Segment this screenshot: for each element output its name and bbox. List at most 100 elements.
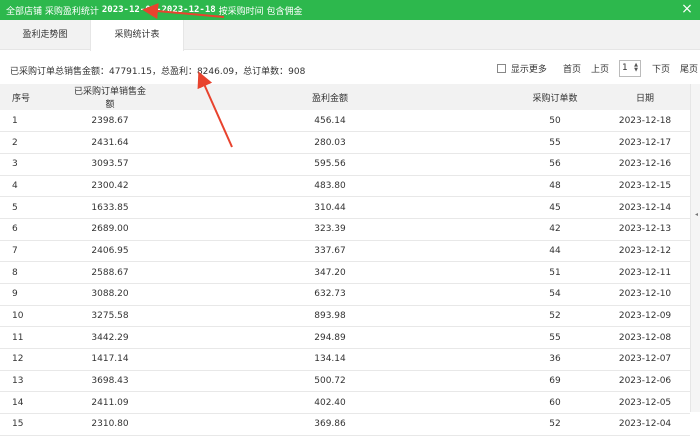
cell-date: 2023-12-10 xyxy=(618,289,672,300)
table-row[interactable]: 7 2406.95 337.67 44 2023-12-12 xyxy=(0,240,690,262)
table-row[interactable]: 13 3698.43 500.72 69 2023-12-06 xyxy=(0,370,690,392)
table-row[interactable]: 4 2300.42 483.80 48 2023-12-15 xyxy=(0,175,690,197)
cell-sales-amount: 2300.42 xyxy=(91,180,129,191)
cell-date: 2023-12-07 xyxy=(618,354,672,365)
table-row[interactable]: 10 3275.58 893.98 52 2023-12-09 xyxy=(0,305,690,327)
cell-sales-amount: 1633.85 xyxy=(91,202,129,213)
cell-index: 9 xyxy=(12,289,18,300)
table-row[interactable]: 5 1633.85 310.44 45 2023-12-14 xyxy=(0,197,690,219)
cell-date: 2023-12-11 xyxy=(618,267,672,278)
title-suffix: 按采购时间 包含佣金 xyxy=(218,6,303,17)
cell-profit: 337.67 xyxy=(314,245,346,256)
spinner-icon[interactable]: ▲ ▼ xyxy=(634,63,638,73)
cell-date: 2023-12-08 xyxy=(618,332,672,343)
cell-order-count: 44 xyxy=(549,245,561,256)
table-header-row: 序号 已采购订单销售金额 盈利金额 采购订单数 日期 xyxy=(0,84,690,110)
cell-index: 6 xyxy=(12,224,18,235)
window-titlebar: 全部店铺 采购盈利统计 2023-12-01-2023-12-18 按采购时间 … xyxy=(0,0,700,20)
cell-sales-amount: 3093.57 xyxy=(91,159,129,170)
cell-profit: 402.40 xyxy=(314,397,346,408)
cell-order-count: 69 xyxy=(549,376,561,387)
cell-sales-amount: 3698.43 xyxy=(91,376,129,387)
cell-index: 2 xyxy=(12,137,18,148)
cell-index: 12 xyxy=(12,354,24,365)
cell-sales-amount: 3088.20 xyxy=(91,289,129,300)
cell-index: 7 xyxy=(12,245,18,256)
table-row[interactable]: 12 1417.14 134.14 36 2023-12-07 xyxy=(0,349,690,371)
cell-date: 2023-12-06 xyxy=(618,376,672,387)
table-row[interactable]: 1 2398.67 456.14 50 2023-12-18 xyxy=(0,110,690,132)
vertical-scrollbar[interactable]: ◂ xyxy=(690,84,700,412)
header-date[interactable]: 日期 xyxy=(600,84,690,110)
header-order-count[interactable]: 采购订单数 xyxy=(510,84,600,110)
cell-date: 2023-12-05 xyxy=(618,397,672,408)
purchase-stats-table: 序号 已采购订单销售金额 盈利金额 采购订单数 日期 1 2398.67 456.1… xyxy=(0,84,690,436)
first-page-button[interactable]: 首页 xyxy=(563,62,581,75)
show-more-label[interactable]: 显示更多 xyxy=(511,62,547,75)
cell-index: 13 xyxy=(12,376,24,387)
table-row[interactable]: 11 3442.29 294.89 55 2023-12-08 xyxy=(0,327,690,349)
cell-index: 4 xyxy=(12,180,18,191)
cell-date: 2023-12-04 xyxy=(618,419,672,430)
cell-sales-amount: 3442.29 xyxy=(91,332,129,343)
next-page-button[interactable]: 下页 xyxy=(652,62,670,75)
tab-purchase-table[interactable]: 采购统计表 xyxy=(90,20,184,51)
cell-sales-amount: 2431.64 xyxy=(91,137,129,148)
cell-sales-amount: 3275.58 xyxy=(91,311,129,322)
cell-profit: 893.98 xyxy=(314,311,346,322)
cell-profit: 347.20 xyxy=(314,267,346,278)
cell-profit: 323.39 xyxy=(314,224,346,235)
cell-order-count: 60 xyxy=(549,397,561,408)
cell-order-count: 50 xyxy=(549,115,561,126)
cell-date: 2023-12-18 xyxy=(618,115,672,126)
table-row[interactable]: 6 2689.00 323.39 42 2023-12-13 xyxy=(0,218,690,241)
table-row[interactable]: 8 2588.67 347.20 51 2023-12-11 xyxy=(0,262,690,284)
cell-profit: 632.73 xyxy=(314,289,346,300)
cell-sales-amount: 2398.67 xyxy=(91,115,129,126)
cell-profit: 310.44 xyxy=(314,202,346,213)
cell-order-count: 56 xyxy=(549,159,561,170)
cell-date: 2023-12-09 xyxy=(618,311,672,322)
cell-profit: 369.86 xyxy=(314,419,346,430)
cell-order-count: 52 xyxy=(549,311,561,322)
table-row[interactable]: 2 2431.64 280.03 55 2023-12-17 xyxy=(0,132,690,154)
cell-order-count: 54 xyxy=(549,289,561,300)
prev-page-button[interactable]: 上页 xyxy=(591,62,609,75)
header-sales-amount[interactable]: 已采购订单销售金额 xyxy=(70,84,150,110)
cell-index: 5 xyxy=(12,202,18,213)
table-row[interactable]: 14 2411.09 402.40 60 2023-12-05 xyxy=(0,392,690,414)
cell-sales-amount: 2588.67 xyxy=(91,267,129,278)
header-profit[interactable]: 盈利金额 xyxy=(150,84,510,110)
close-icon[interactable]: × xyxy=(680,1,694,17)
cell-index: 3 xyxy=(12,159,18,170)
table-row[interactable]: 15 2310.80 369.86 52 2023-12-04 xyxy=(0,414,690,436)
page-number-value: 1 xyxy=(621,63,628,73)
cell-date: 2023-12-16 xyxy=(618,159,672,170)
table-row[interactable]: 3 3093.57 595.56 56 2023-12-16 xyxy=(0,153,690,176)
cell-profit: 134.14 xyxy=(314,354,346,365)
header-index[interactable]: 序号 xyxy=(0,84,70,110)
cell-order-count: 55 xyxy=(549,332,561,343)
cell-index: 8 xyxy=(12,267,18,278)
cell-order-count: 52 xyxy=(549,419,561,430)
cell-index: 15 xyxy=(12,419,24,430)
cell-order-count: 36 xyxy=(549,354,561,365)
page-number-input[interactable]: 1 ▲ ▼ xyxy=(618,59,641,77)
cell-sales-amount: 2411.09 xyxy=(91,397,129,408)
show-more-checkbox[interactable] xyxy=(496,63,506,73)
scroll-arrow-icon[interactable]: ◂ xyxy=(695,211,698,218)
summary-text: 已采购订单总销售金额：47791.15，总盈利：8246.09，总订单数：908 xyxy=(10,67,306,77)
cell-sales-amount: 2689.00 xyxy=(91,224,129,235)
table-row[interactable]: 9 3088.20 632.73 54 2023-12-10 xyxy=(0,284,690,306)
last-page-button[interactable]: 尾页 xyxy=(680,62,698,75)
cell-profit: 483.80 xyxy=(314,180,346,191)
cell-date: 2023-12-14 xyxy=(618,202,672,213)
cell-profit: 595.56 xyxy=(314,159,346,170)
cell-date: 2023-12-13 xyxy=(618,224,672,235)
cell-sales-amount: 1417.14 xyxy=(91,354,129,365)
tab-bar: 盈利走势图 采购统计表 xyxy=(0,20,700,51)
cell-sales-amount: 2310.80 xyxy=(91,419,129,430)
tab-profit-trend[interactable]: 盈利走势图 xyxy=(0,20,90,50)
pager: 显示更多 首页 上页 1 ▲ ▼ 下页 尾页 xyxy=(496,59,700,77)
cell-profit: 280.03 xyxy=(314,137,346,148)
